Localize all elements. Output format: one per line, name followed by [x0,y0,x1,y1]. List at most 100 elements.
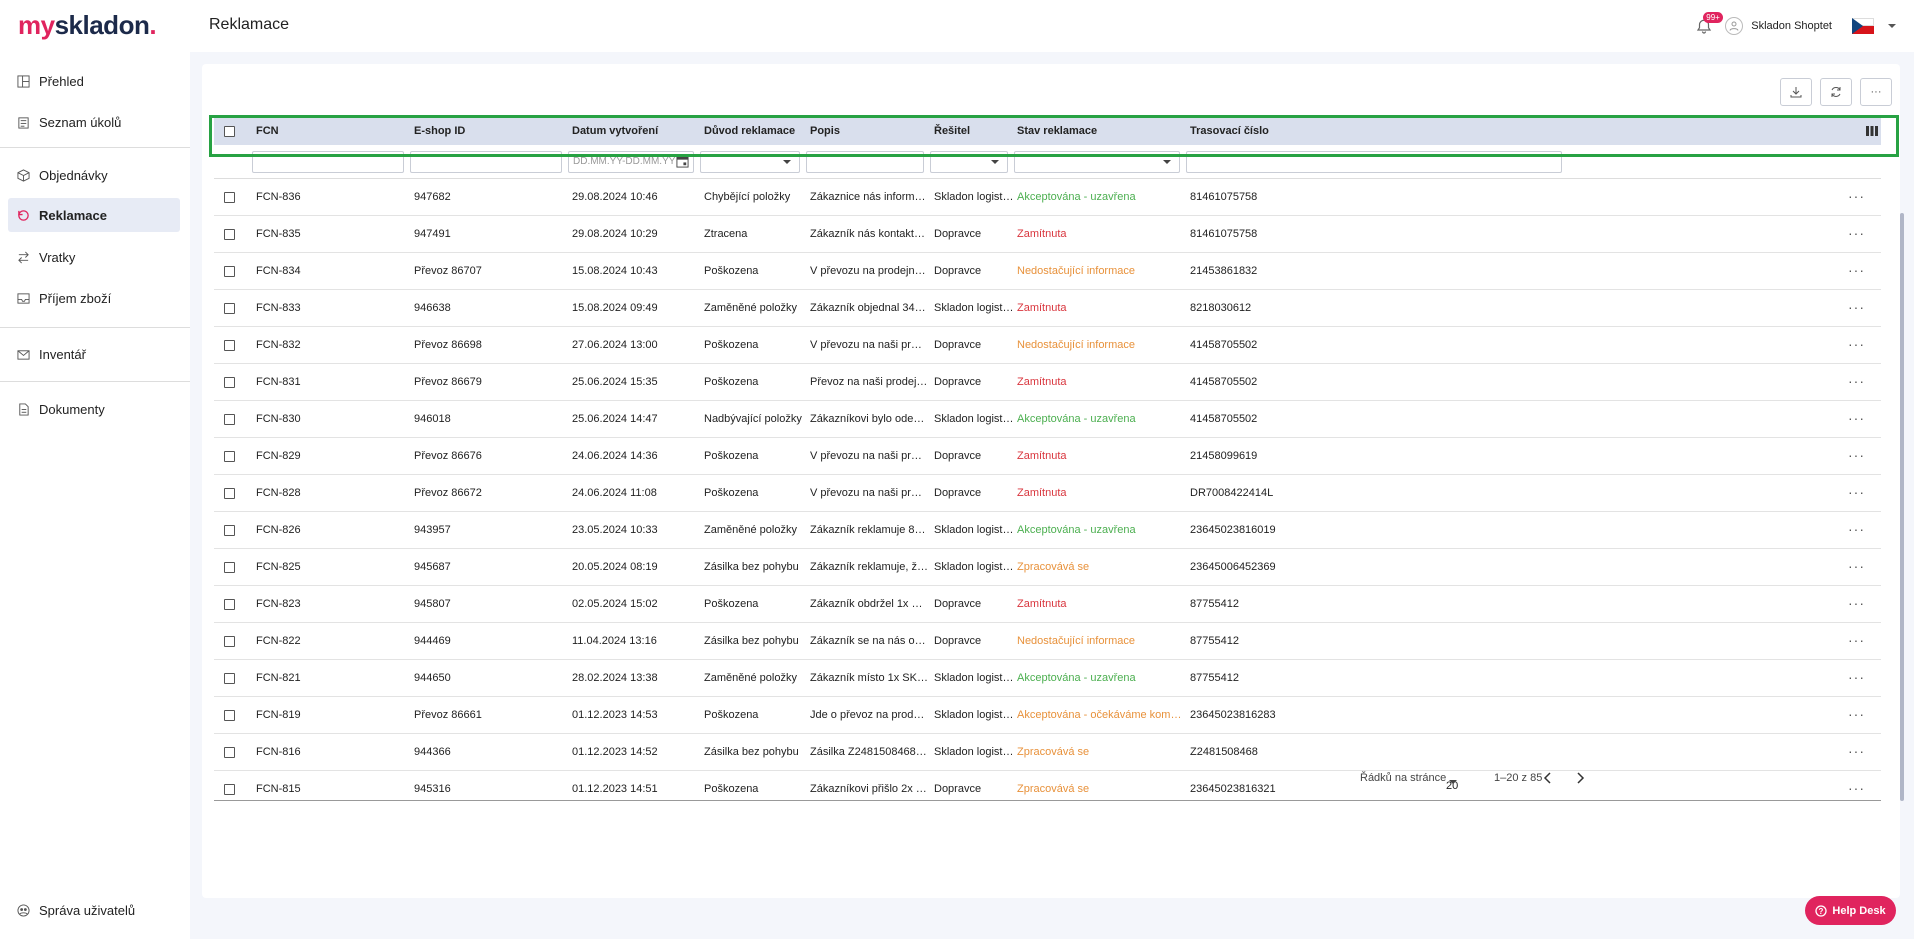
cell-tracking: 21458099619 [1190,450,1258,462]
row-checkbox[interactable] [224,525,235,536]
column-header-datum[interactable]: Datum vytvoření [572,117,658,145]
filter-fcn[interactable] [252,151,404,173]
row-checkbox[interactable] [224,488,235,499]
row-checkbox[interactable] [224,636,235,647]
columns-icon[interactable] [1866,126,1878,136]
row-checkbox[interactable] [224,340,235,351]
row-checkbox[interactable] [224,451,235,462]
chevron-left-icon[interactable] [1540,770,1556,786]
sidebar-item-label: Příjem zboží [39,290,112,306]
logo[interactable]: myskladon. [18,10,157,41]
row-checkbox[interactable] [224,747,235,758]
more-actions-button[interactable]: ··· [1860,78,1892,106]
table-row[interactable]: FCN-829 Převoz 86676 24.06.2024 14:36 Poško… [214,438,1881,475]
cell-fcn: FCN-836 [256,191,301,203]
row-checkbox[interactable] [224,192,235,203]
cell-status: Akceptována - uzavřena [1017,672,1136,684]
sidebar-item-inventar[interactable]: Inventář [8,337,180,371]
cell-eshop-id: 946018 [414,413,451,425]
cell-fcn: FCN-819 [256,709,301,721]
cell-date: 15.08.2024 10:43 [572,265,658,277]
sidebar-item-sprava-uzivatelu[interactable]: Správa uživatelů [8,893,180,927]
select-all-checkbox[interactable] [224,126,235,137]
cell-eshop-id: Převoz 86661 [414,709,482,721]
row-checkbox[interactable] [224,229,235,240]
cell-eshop-id: 947491 [414,228,451,240]
filter-description[interactable] [806,151,924,173]
row-checkbox[interactable] [224,303,235,314]
help-desk-button[interactable]: ? Help Desk [1805,896,1896,925]
language-dropdown-icon[interactable] [1888,24,1896,28]
column-header-popis[interactable]: Popis [810,117,840,145]
table-row[interactable]: FCN-826 943957 23.05.2024 10:33 Zaměněné po… [214,512,1881,549]
table-row[interactable]: FCN-832 Převoz 86698 27.06.2024 13:00 Poško… [214,327,1881,364]
sidebar-item-vratky[interactable]: Vratky [8,240,180,274]
row-checkbox[interactable] [224,710,235,721]
cell-fcn: FCN-830 [256,413,301,425]
table-row[interactable]: FCN-833 946638 15.08.2024 09:49 Zaměněné po… [214,290,1881,327]
vertical-scrollbar[interactable] [1900,213,1904,801]
filter-tracking[interactable] [1186,151,1562,173]
sidebar-item-seznam-ukolu[interactable]: Seznam úkolů [8,105,180,139]
sidebar-item-dokumenty[interactable]: Dokumenty [8,392,180,426]
cell-reason: Chybějící položky [704,191,791,203]
czech-flag-icon[interactable] [1852,18,1874,34]
table-row[interactable]: FCN-823 945807 02.05.2024 15:02 Poškozena Zá… [214,586,1881,623]
table-row[interactable]: FCN-834 Převoz 86707 15.08.2024 10:43 Poško… [214,253,1881,290]
cell-tracking: 21453861832 [1190,265,1258,277]
column-header-eshop-id[interactable]: E-shop ID [414,117,465,145]
table-row[interactable]: FCN-819 Převoz 86661 01.12.2023 14:53 Poško… [214,697,1881,734]
cell-status: Nedostačující informace [1017,339,1135,351]
user-avatar[interactable] [1725,17,1744,35]
column-header-stav[interactable]: Stav reklamace [1017,117,1097,145]
filter-reason-select[interactable] [700,151,800,173]
filter-date[interactable]: DD.MM.YY-DD.MM.YY [568,151,694,173]
table-row[interactable]: FCN-836 947682 29.08.2024 10:46 Chybějící p… [214,179,1881,216]
sidebar-item-prijem-zbozi[interactable]: Příjem zboží [8,281,180,315]
notifications-button[interactable]: 99+ [1693,12,1723,38]
cell-tracking: 81461075758 [1190,191,1258,203]
table-row[interactable]: FCN-825 945687 20.05.2024 08:19 Zásilka bez… [214,549,1881,586]
filter-eshop-id[interactable] [410,151,562,173]
filter-resolver-select[interactable] [930,151,1008,173]
cell-description: Zákazník se na nás obra… [810,635,928,647]
filter-status-select[interactable] [1014,151,1180,173]
help-icon: ? [1815,904,1828,917]
chevron-right-icon[interactable] [1572,770,1588,786]
column-header-trasovaci[interactable]: Trasovací číslo [1190,117,1269,145]
table-row[interactable]: FCN-828 Převoz 86672 24.06.2024 11:08 Poško… [214,475,1881,512]
sidebar-item-label: Objednávky [39,167,108,183]
row-checkbox[interactable] [224,266,235,277]
sidebar-item-label: Vratky [39,249,76,265]
cell-tracking: 41458705502 [1190,376,1258,388]
calendar-icon[interactable] [676,155,689,168]
row-checkbox[interactable] [224,377,235,388]
sidebar-item-objednavky[interactable]: Objednávky [8,158,180,192]
cell-resolver: Skladon logistika [934,524,1014,536]
sidebar-item-prehled[interactable]: Přehled [8,64,180,98]
cell-description: Zákazník nás kontaktova… [810,228,928,240]
refresh-button[interactable] [1820,78,1852,106]
table-row[interactable]: FCN-835 947491 29.08.2024 10:29 Ztracena Zák… [214,216,1881,253]
cell-description: Zákazník reklamuje 8x S… [810,524,928,536]
column-header-duvod[interactable]: Důvod reklamace [704,117,795,145]
row-checkbox[interactable] [224,673,235,684]
table-row[interactable]: FCN-831 Převoz 86679 25.06.2024 15:35 Poško… [214,364,1881,401]
column-header-resitel[interactable]: Řešitel [934,117,970,145]
row-checkbox[interactable] [224,414,235,425]
table-row[interactable]: FCN-822 944469 11.04.2024 13:16 Zásilka bez… [214,623,1881,660]
sidebar-item-label: Přehled [39,73,84,89]
user-name[interactable]: Skladon Shoptet [1751,20,1832,32]
sidebar-item-reklamace[interactable]: Reklamace [8,198,180,232]
column-header-fcn[interactable]: FCN [256,117,279,145]
cell-date: 27.06.2024 13:00 [572,339,658,351]
row-checkbox[interactable] [224,599,235,610]
table-row[interactable]: FCN-821 944650 28.02.2024 13:38 Zaměněné po… [214,660,1881,697]
cell-date: 11.04.2024 13:16 [572,635,657,647]
cell-resolver: Skladon logistika [934,561,1014,573]
cell-description: Zákazník objednal 34x S… [810,302,928,314]
row-checkbox[interactable] [224,562,235,573]
export-button[interactable] [1780,78,1812,106]
cell-fcn: FCN-825 [256,561,301,573]
table-row[interactable]: FCN-830 946018 25.06.2024 14:47 Nadbývající… [214,401,1881,438]
